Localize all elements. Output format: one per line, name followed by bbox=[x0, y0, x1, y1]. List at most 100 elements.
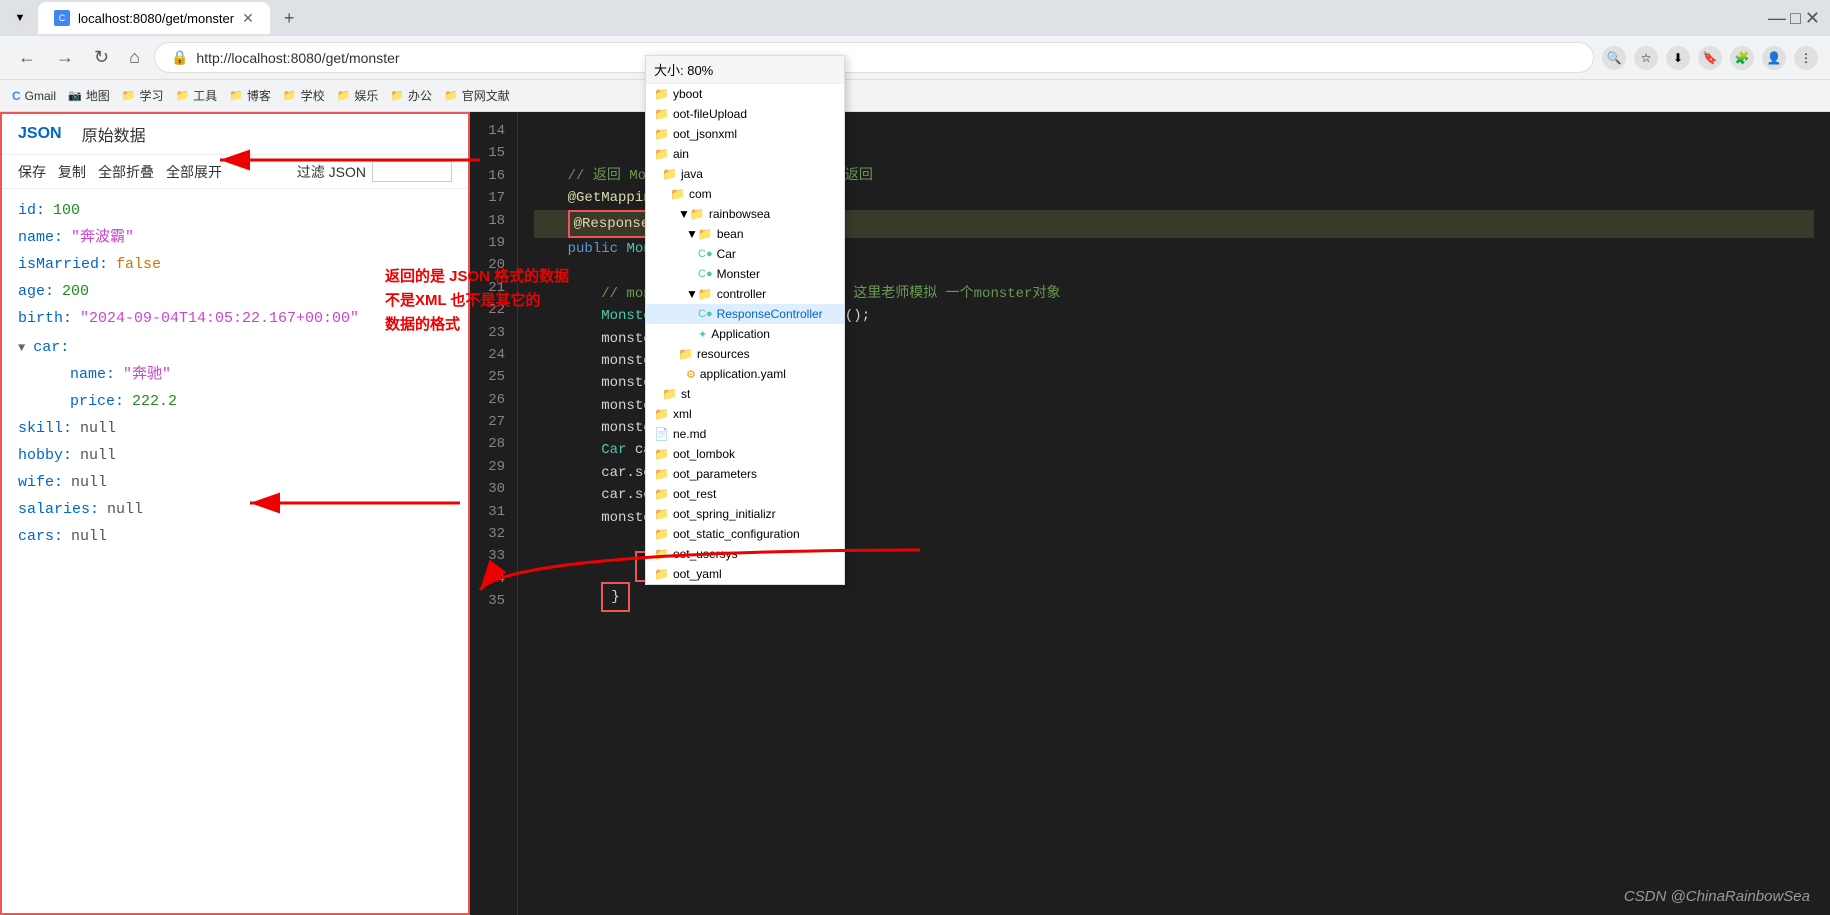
tree-item-monster[interactable]: C● Monster bbox=[646, 264, 844, 284]
tree-item-rest[interactable]: 📁oot_rest bbox=[646, 484, 844, 504]
filter-input[interactable] bbox=[372, 161, 452, 182]
tree-item-bean[interactable]: ▼📁bean bbox=[646, 224, 844, 244]
bookmark-gmail[interactable]: C Gmail bbox=[12, 89, 56, 103]
bookmark-official[interactable]: 📁 官网文献 bbox=[444, 87, 510, 104]
tree-item-springinitializr[interactable]: 📁oot_spring_initializr bbox=[646, 504, 844, 524]
birth-value: "2024-09-04T14:05:22.167+00:00" bbox=[80, 305, 359, 332]
file-tree-popup: 大小: 80% 📁yboot 📁oot-fileUpload 📁oot_json… bbox=[645, 55, 845, 585]
active-tab[interactable]: C localhost:8080/get/monster ✕ bbox=[38, 2, 270, 34]
folder-icon-usersys: 📁 bbox=[654, 547, 669, 561]
tree-item-rainbowsea[interactable]: ▼📁rainbowsea bbox=[646, 204, 844, 224]
closing-brace-box: } bbox=[601, 582, 629, 612]
maximize-button[interactable]: □ bbox=[1790, 8, 1801, 29]
tree-item-usersys[interactable]: 📁oot_usersys bbox=[646, 544, 844, 564]
bookmark-office[interactable]: 📁 办公 bbox=[390, 87, 432, 104]
kw-public: public bbox=[568, 241, 618, 257]
bookmark-blog[interactable]: 📁 博客 bbox=[229, 87, 271, 104]
bookmark-entertainment[interactable]: 📁 娱乐 bbox=[337, 87, 379, 104]
raw-tab[interactable]: 原始数据 bbox=[82, 122, 146, 146]
tree-item-jsonxml[interactable]: 📁oot_jsonxml bbox=[646, 124, 844, 144]
bookmark-star-icon[interactable]: ☆ bbox=[1634, 46, 1658, 70]
tree-item-fileupload[interactable]: 📁oot-fileUpload bbox=[646, 104, 844, 124]
json-body: id: 100 name: "奔波霸" isMarried: false age… bbox=[2, 189, 468, 558]
folder-icon-static: 📁 bbox=[654, 527, 669, 541]
extension-icon[interactable]: 🧩 bbox=[1730, 46, 1754, 70]
folder-school-icon: 📁 bbox=[283, 89, 297, 102]
tree-item-yboot[interactable]: 📁yboot bbox=[646, 84, 844, 104]
tree-item-xml[interactable]: 📁xml bbox=[646, 404, 844, 424]
ismarried-value: false bbox=[116, 251, 161, 278]
cls-car: Car bbox=[601, 442, 626, 458]
minimize-button[interactable]: — bbox=[1768, 8, 1786, 29]
line-num-33: 33 bbox=[478, 545, 505, 567]
bookmark-icon[interactable]: 🔖 bbox=[1698, 46, 1722, 70]
tree-item-main[interactable]: 📁ain bbox=[646, 144, 844, 164]
json-wife-row: wife: null bbox=[18, 469, 452, 496]
maps-icon: 📷 bbox=[68, 89, 82, 102]
tree-item-st[interactable]: 📁st bbox=[646, 384, 844, 404]
car-key: car: bbox=[33, 334, 69, 361]
tree-item-readme[interactable]: 📄ne.md bbox=[646, 424, 844, 444]
expand-all-button[interactable]: 全部展开 bbox=[166, 162, 222, 182]
car-expand-arrow[interactable]: ▼ bbox=[18, 338, 25, 360]
car-name-value: "奔驰" bbox=[123, 361, 171, 388]
md-icon: 📄 bbox=[654, 427, 669, 441]
line-num-17: 17 bbox=[478, 187, 505, 209]
tree-item-car[interactable]: C● Car bbox=[646, 244, 844, 264]
yaml-icon: ⚙ bbox=[686, 368, 696, 381]
collapse-all-button[interactable]: 全部折叠 bbox=[98, 162, 154, 182]
tree-item-applicationyaml[interactable]: ⚙ application.yaml bbox=[646, 364, 844, 384]
tab-favicon: C bbox=[54, 10, 70, 26]
tab-close-button[interactable]: ✕ bbox=[242, 10, 254, 27]
tree-item-controller[interactable]: ▼📁controller bbox=[646, 284, 844, 304]
browser-menu[interactable]: ▼ bbox=[10, 8, 30, 28]
forward-button[interactable]: → bbox=[50, 43, 80, 72]
tree-item-lombok[interactable]: 📁oot_lombok bbox=[646, 444, 844, 464]
json-name-row: name: "奔波霸" bbox=[18, 224, 452, 251]
annotation-text: 返回的是 JSON 格式的数据 不是XML 也不是其它的 数据的格式 bbox=[385, 265, 569, 337]
birth-key: birth: bbox=[18, 305, 72, 332]
profile-icon[interactable]: 👤 bbox=[1762, 46, 1786, 70]
line-num-32: 32 bbox=[478, 523, 505, 545]
bookmark-study[interactable]: 📁 学习 bbox=[122, 87, 164, 104]
search-icon[interactable]: 🔍 bbox=[1602, 46, 1626, 70]
id-value: 100 bbox=[53, 197, 80, 224]
settings-icon[interactable]: ⋮ bbox=[1794, 46, 1818, 70]
bookmark-school-label: 学校 bbox=[301, 87, 325, 104]
back-button[interactable]: ← bbox=[12, 43, 42, 72]
download-icon[interactable]: ⬇ bbox=[1666, 46, 1690, 70]
address-bar[interactable]: 🔒 http://localhost:8080/get/monster bbox=[154, 42, 1594, 73]
tree-item-resources[interactable]: 📁resources bbox=[646, 344, 844, 364]
line-num-18: 18 bbox=[478, 210, 505, 232]
bookmark-tools[interactable]: 📁 工具 bbox=[175, 87, 217, 104]
bookmark-school[interactable]: 📁 学校 bbox=[283, 87, 325, 104]
tab-title: localhost:8080/get/monster bbox=[78, 11, 234, 26]
tree-item-responsecontroller[interactable]: C● ResponseController bbox=[646, 304, 844, 324]
save-button[interactable]: 保存 bbox=[18, 162, 46, 182]
tree-item-com[interactable]: 📁com bbox=[646, 184, 844, 204]
annotation-line2: 不是XML 也不是其它的 bbox=[385, 289, 569, 313]
reload-button[interactable]: ↻ bbox=[88, 43, 115, 72]
close-window-button[interactable]: ✕ bbox=[1805, 8, 1820, 29]
folder-entertainment-icon: 📁 bbox=[337, 89, 351, 102]
tree-item-static[interactable]: 📁oot_static_configuration bbox=[646, 524, 844, 544]
bookmark-maps-label: 地图 bbox=[86, 87, 110, 104]
tree-item-java[interactable]: 📁java bbox=[646, 164, 844, 184]
folder-icon-bean: ▼📁 bbox=[686, 227, 713, 241]
tree-item-parameters[interactable]: 📁oot_parameters bbox=[646, 464, 844, 484]
bookmark-entertainment-label: 娱乐 bbox=[354, 87, 378, 104]
new-tab-button[interactable]: + bbox=[278, 8, 301, 29]
home-button[interactable]: ⌂ bbox=[123, 43, 146, 72]
tree-item-yaml[interactable]: 📁oot_yaml bbox=[646, 564, 844, 584]
line-num-25: 25 bbox=[478, 366, 505, 388]
tree-item-application[interactable]: ✦ Application bbox=[646, 324, 844, 344]
bookmark-maps[interactable]: 📷 地图 bbox=[68, 87, 110, 104]
bookmarks-bar: C Gmail 📷 地图 📁 学习 📁 工具 📁 博客 📁 学校 📁 娱乐 📁 bbox=[0, 80, 1830, 112]
folder-icon-spring: 📁 bbox=[654, 507, 669, 521]
folder-blog-icon: 📁 bbox=[229, 89, 243, 102]
json-tab[interactable]: JSON bbox=[18, 125, 62, 143]
wife-key: wife: bbox=[18, 469, 63, 496]
folder-icon-parameters: 📁 bbox=[654, 467, 669, 481]
bookmark-official-label: 官网文献 bbox=[462, 87, 510, 104]
copy-button[interactable]: 复制 bbox=[58, 162, 86, 182]
